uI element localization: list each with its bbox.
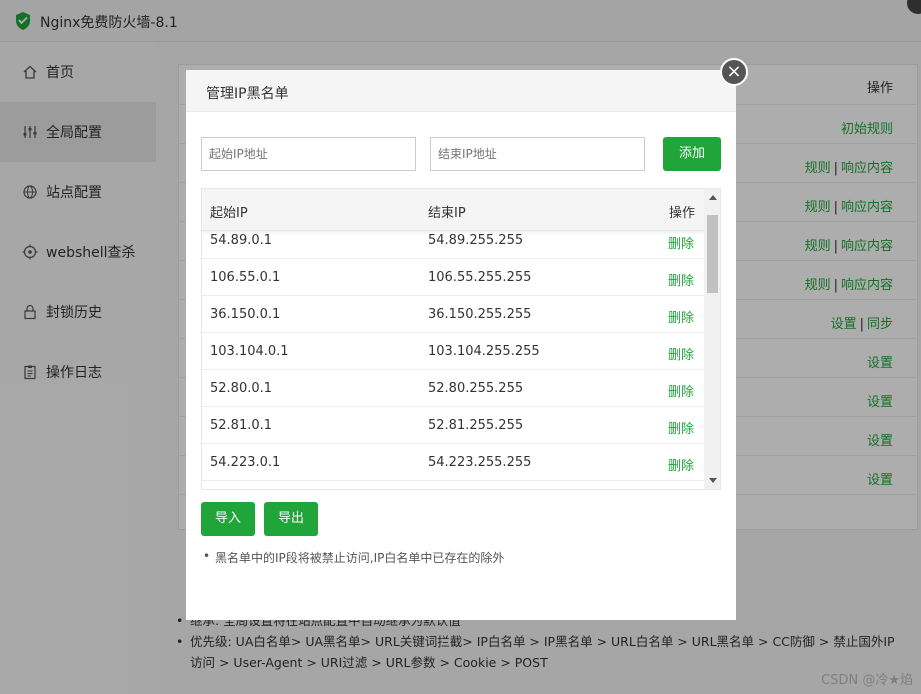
delete-link[interactable]: 删除 [668,381,694,400]
start-ip-cell: 36.150.0.1 [210,307,281,322]
export-button[interactable]: 导出 [264,502,318,536]
start-ip-cell: 52.80.0.1 [210,381,273,396]
column-header-end-ip: 结束IP [428,206,466,221]
table-row: 52.80.0.1 52.80.255.255 删除 [202,370,704,407]
ip-table-header: 起始IP 结束IP 操作 [202,189,704,231]
ip-blacklist-modal: 管理IP黑名单 添加 54.89.0.1 54.89.255.255 删除 10… [186,70,736,620]
start-ip-input[interactable] [201,137,416,171]
add-button[interactable]: 添加 [663,137,721,171]
table-row: 106.55.0.1 106.55.255.255 删除 [202,259,704,296]
end-ip-input[interactable] [430,137,645,171]
table-scrollbar[interactable] [704,189,720,489]
delete-link[interactable]: 删除 [668,270,694,289]
start-ip-cell: 103.104.0.1 [210,344,289,359]
start-ip-cell: 54.89.0.1 [210,233,273,248]
delete-link[interactable]: 删除 [668,418,694,437]
ip-table-body: 54.89.0.1 54.89.255.255 删除 106.55.0.1 10… [202,231,704,489]
end-ip-cell: 103.104.255.255 [428,344,540,359]
modal-header: 管理IP黑名单 [186,70,736,112]
scrollbar-thumb[interactable] [707,215,718,293]
delete-link[interactable]: 删除 [668,307,694,326]
scroll-down-arrow-icon[interactable] [709,478,717,483]
end-ip-cell: 52.80.255.255 [428,381,524,396]
end-ip-cell: 36.150.255.255 [428,307,532,322]
modal-close-button[interactable]: × [720,58,748,86]
scroll-up-arrow-icon[interactable] [709,195,717,200]
start-ip-cell: 54.223.0.1 [210,455,281,470]
column-header-op: 操作 [669,206,696,221]
end-ip-cell: 52.81.255.255 [428,418,524,433]
delete-link[interactable]: 删除 [668,455,694,474]
end-ip-cell: 106.55.255.255 [428,270,532,285]
table-row: 54.89.0.1 54.89.255.255 删除 [202,231,704,259]
delete-link[interactable]: 删除 [668,344,694,363]
column-header-start-ip: 起始IP [210,206,248,221]
delete-link[interactable]: 删除 [668,233,694,252]
modal-title: 管理IP黑名单 [206,86,289,102]
table-row: 52.81.0.1 52.81.255.255 删除 [202,407,704,444]
ip-table: 54.89.0.1 54.89.255.255 删除 106.55.0.1 10… [201,188,721,490]
end-ip-cell: 54.223.255.255 [428,455,532,470]
table-row: 54.223.0.1 54.223.255.255 删除 [202,444,704,481]
table-row: 103.104.0.1 103.104.255.255 删除 [202,333,704,370]
start-ip-cell: 52.81.0.1 [210,418,273,433]
import-button[interactable]: 导入 [201,502,255,536]
table-row: 36.150.0.1 36.150.255.255 删除 [202,296,704,333]
blacklist-tip: 黑名单中的IP段将被禁止访问,IP白名单中已存在的除外 [201,549,504,566]
start-ip-cell: 106.55.0.1 [210,270,281,285]
end-ip-cell: 54.89.255.255 [428,233,524,248]
